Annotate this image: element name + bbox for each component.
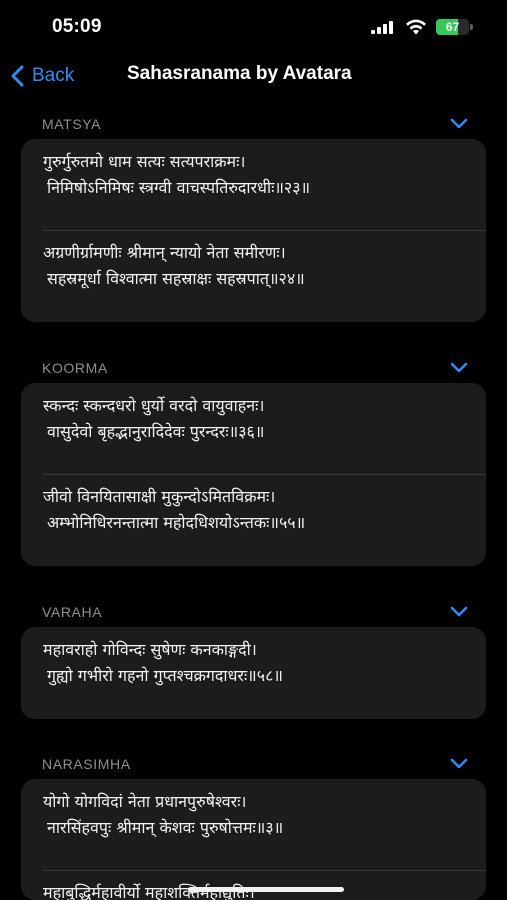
verse-card: गुरुर्गुरुतमो धाम सत्यः सत्यपराक्रमः। नि… — [21, 139, 486, 322]
cellular-signal-icon — [371, 21, 393, 34]
divider — [43, 870, 486, 871]
verse-item: जीवो विनयितासाक्षी मुकुन्दोऽमितविक्रमः। … — [21, 484, 315, 536]
back-label: Back — [32, 65, 75, 86]
divider — [43, 474, 486, 475]
verse-line-1: गुरुर्गुरुतमो धाम सत्यः सत्यपराक्रमः। — [43, 152, 246, 171]
section-title: MATSYA — [42, 116, 102, 132]
section-header-matsya[interactable]: MATSYA — [0, 113, 507, 139]
section-title: NARASIMHA — [42, 756, 131, 772]
verse-card: महावराहो गोविन्दः सुषेणः कनकाङ्गदी। गुह्… — [21, 627, 486, 719]
wifi-icon — [406, 19, 426, 35]
chevron-left-icon — [11, 65, 24, 87]
verse-line-2: गुह्यो गभीरो गहनो गुप्तश्चक्रगदाधरः॥५८॥ — [47, 666, 283, 685]
verse-line-2: सहस्रमूर्धा विश्वात्मा सहस्राक्षः सहस्रप… — [47, 269, 305, 288]
verse-line-2: अम्भोनिधिरनन्तात्मा महोदधिशयोऽन्तकः॥५५॥ — [47, 513, 306, 532]
battery-body: 67 — [436, 19, 469, 35]
status-time: 05:09 — [52, 16, 102, 37]
battery-percentage: 67 — [445, 20, 460, 34]
verse-item: अग्रणीर्ग्रामणीः श्रीमान् न्यायो नेता सम… — [21, 240, 315, 292]
verse-line-1: योगो योगविदां नेता प्रधानपुरुषेश्वरः। — [43, 792, 247, 811]
verse-line-2: वासुदेवो बृहद्भानुरादिदेवः पुरन्दरः॥३६॥ — [47, 422, 265, 441]
section-varaha: VARAHA महावराहो गोविन्दः सुषेणः कनकाङ्गद… — [0, 601, 507, 719]
verse-item: योगो योगविदां नेता प्रधानपुरुषेश्वरः। ना… — [21, 789, 293, 841]
divider — [43, 230, 486, 231]
verse-item: स्कन्दः स्कन्दधरो धुर्यो वरदो वायुवाहनः।… — [21, 393, 274, 445]
verse-item: गुरुर्गुरुतमो धाम सत्यः सत्यपराक्रमः। नि… — [21, 149, 320, 201]
section-matsya: MATSYA गुरुर्गुरुतमो धाम सत्यः सत्यपराक्… — [0, 113, 507, 322]
section-narasimha: NARASIMHA योगो योगविदां नेता प्रधानपुरुष… — [0, 753, 507, 900]
chevron-down-icon[interactable] — [450, 118, 468, 130]
chevron-down-icon[interactable] — [450, 758, 468, 770]
battery-icon: 67 — [436, 19, 474, 35]
verse-line-1: अग्रणीर्ग्रामणीः श्रीमान् न्यायो नेता सम… — [43, 243, 286, 262]
verse-line-1: महावराहो गोविन्दः सुषेणः कनकाङ्गदी। — [43, 640, 257, 659]
section-header-varaha[interactable]: VARAHA — [0, 601, 507, 627]
back-button[interactable]: Back — [10, 62, 74, 90]
chevron-down-icon[interactable] — [450, 606, 468, 618]
page-title: Sahasranama by Avatara — [127, 63, 352, 84]
verse-line-2: नारसिंहवपुः श्रीमान् केशवः पुरुषोत्तमः॥३… — [47, 818, 284, 837]
verse-line-2: निमिषोऽनिमिषः स्त्रग्वी वाचस्पतिरुदारधीः… — [47, 178, 311, 197]
section-koorma: KOORMA स्कन्दः स्कन्दधरो धुर्यो वरदो वाय… — [0, 357, 507, 566]
section-header-narasimha[interactable]: NARASIMHA — [0, 753, 507, 779]
verse-item: महावराहो गोविन्दः सुषेणः कनकाङ्गदी। गुह्… — [21, 637, 293, 689]
section-title: VARAHA — [42, 604, 103, 620]
verse-line-1: जीवो विनयितासाक्षी मुकुन्दोऽमितविक्रमः। — [43, 487, 276, 506]
chevron-down-icon[interactable] — [450, 362, 468, 374]
verse-card: स्कन्दः स्कन्दधरो धुर्यो वरदो वायुवाहनः।… — [21, 383, 486, 566]
verse-card: योगो योगविदां नेता प्रधानपुरुषेश्वरः। ना… — [21, 779, 486, 900]
status-bar: 05:09 67 — [0, 0, 507, 56]
battery-tip — [470, 24, 473, 30]
navigation-bar: Back Sahasranama by Avatara — [0, 56, 507, 96]
section-title: KOORMA — [42, 360, 108, 376]
section-header-koorma[interactable]: KOORMA — [0, 357, 507, 383]
verse-line-1: स्कन्दः स्कन्दधरो धुर्यो वरदो वायुवाहनः। — [43, 396, 265, 415]
home-indicator[interactable] — [188, 887, 344, 892]
